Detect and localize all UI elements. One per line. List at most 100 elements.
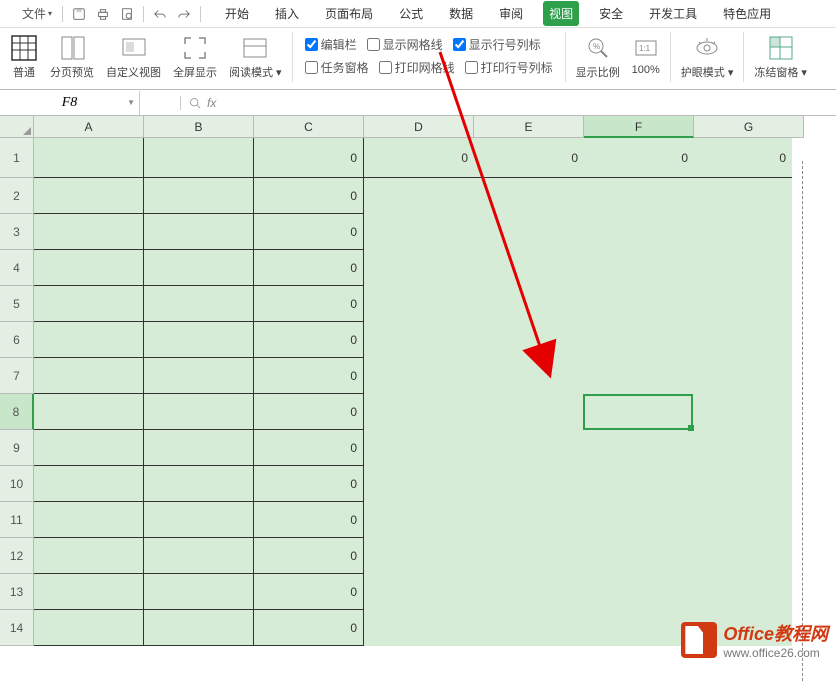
cell[interactable]: [584, 430, 694, 466]
tab-formula[interactable]: 公式: [393, 1, 429, 26]
cell[interactable]: [364, 466, 474, 502]
cell[interactable]: 0: [254, 502, 364, 538]
print-preview-icon[interactable]: [117, 4, 137, 24]
show-headers-checkbox[interactable]: 显示行号列标: [453, 36, 541, 53]
cell[interactable]: [694, 394, 792, 430]
col-header-b[interactable]: B: [144, 116, 254, 138]
cell[interactable]: [144, 178, 254, 214]
cell[interactable]: [474, 322, 584, 358]
row-header[interactable]: 1: [0, 138, 34, 178]
cell[interactable]: [694, 250, 792, 286]
chevron-down-icon[interactable]: ▼: [127, 98, 135, 107]
cell[interactable]: 0: [254, 178, 364, 214]
print-icon[interactable]: [93, 4, 113, 24]
print-gridlines-checkbox[interactable]: 打印网格线: [379, 59, 455, 76]
cell[interactable]: [34, 286, 144, 322]
cell[interactable]: [584, 502, 694, 538]
cell[interactable]: [584, 178, 694, 214]
cell[interactable]: [694, 286, 792, 322]
cell[interactable]: [474, 286, 584, 322]
cell[interactable]: [474, 214, 584, 250]
cell[interactable]: [364, 502, 474, 538]
save-icon[interactable]: [69, 4, 89, 24]
cell[interactable]: [584, 574, 694, 610]
cell[interactable]: 0: [254, 322, 364, 358]
cell[interactable]: [144, 430, 254, 466]
cell[interactable]: [144, 214, 254, 250]
cell[interactable]: [584, 466, 694, 502]
cell[interactable]: [364, 214, 474, 250]
row-header[interactable]: 9: [0, 430, 34, 466]
cell[interactable]: [144, 574, 254, 610]
cell[interactable]: [584, 214, 694, 250]
edit-bar-checkbox[interactable]: 编辑栏: [305, 36, 357, 53]
cell[interactable]: [364, 250, 474, 286]
cell[interactable]: [34, 138, 144, 178]
name-box[interactable]: F8 ▼: [0, 91, 140, 115]
tab-security[interactable]: 安全: [593, 1, 629, 26]
cell[interactable]: [694, 214, 792, 250]
page-preview-button[interactable]: 分页预览: [46, 32, 98, 82]
cell[interactable]: [34, 358, 144, 394]
row-header[interactable]: 2: [0, 178, 34, 214]
cell[interactable]: [34, 394, 144, 430]
cell[interactable]: [364, 358, 474, 394]
tab-layout[interactable]: 页面布局: [319, 1, 379, 26]
cell[interactable]: [34, 322, 144, 358]
row-header[interactable]: 7: [0, 358, 34, 394]
cell[interactable]: [144, 610, 254, 646]
cell[interactable]: [474, 502, 584, 538]
cell[interactable]: [364, 610, 474, 646]
tab-home[interactable]: 开始: [219, 1, 255, 26]
col-header-f[interactable]: F: [584, 116, 694, 138]
cell[interactable]: [364, 430, 474, 466]
tab-view[interactable]: 视图: [543, 1, 579, 26]
redo-icon[interactable]: [174, 4, 194, 24]
cell[interactable]: 0: [254, 610, 364, 646]
cell[interactable]: 0: [254, 358, 364, 394]
tab-devtools[interactable]: 开发工具: [643, 1, 703, 26]
fullscreen-button[interactable]: 全屏显示: [169, 32, 221, 82]
cell[interactable]: [584, 250, 694, 286]
cell[interactable]: [364, 286, 474, 322]
hundred-percent-button[interactable]: 1:1 100%: [628, 32, 664, 78]
cell[interactable]: [584, 358, 694, 394]
cell[interactable]: [364, 178, 474, 214]
col-header-a[interactable]: A: [34, 116, 144, 138]
cell[interactable]: 0: [254, 250, 364, 286]
cell[interactable]: [474, 610, 584, 646]
row-header[interactable]: 13: [0, 574, 34, 610]
cell[interactable]: [364, 394, 474, 430]
row-header[interactable]: 6: [0, 322, 34, 358]
cell[interactable]: [144, 250, 254, 286]
tab-review[interactable]: 审阅: [493, 1, 529, 26]
cell[interactable]: [584, 322, 694, 358]
cell[interactable]: [474, 250, 584, 286]
cell[interactable]: 0: [254, 286, 364, 322]
cell[interactable]: [144, 358, 254, 394]
tab-features[interactable]: 特色应用: [717, 1, 777, 26]
cell[interactable]: [34, 502, 144, 538]
cell[interactable]: [364, 538, 474, 574]
cell[interactable]: [694, 502, 792, 538]
cell[interactable]: [364, 574, 474, 610]
cell[interactable]: [694, 322, 792, 358]
row-header[interactable]: 5: [0, 286, 34, 322]
cell[interactable]: [144, 286, 254, 322]
cell[interactable]: [144, 538, 254, 574]
col-header-e[interactable]: E: [474, 116, 584, 138]
tab-insert[interactable]: 插入: [269, 1, 305, 26]
read-mode-button[interactable]: 阅读模式 ▾: [225, 32, 286, 82]
cell[interactable]: [584, 538, 694, 574]
print-headers-checkbox[interactable]: 打印行号列标: [465, 59, 553, 76]
row-header[interactable]: 14: [0, 610, 34, 646]
cell[interactable]: [144, 466, 254, 502]
cell[interactable]: [34, 214, 144, 250]
cell[interactable]: [474, 538, 584, 574]
row-header[interactable]: 11: [0, 502, 34, 538]
row-header[interactable]: 8: [0, 394, 34, 430]
cell[interactable]: [34, 178, 144, 214]
cell[interactable]: [694, 466, 792, 502]
cell[interactable]: [694, 358, 792, 394]
col-header-g[interactable]: G: [694, 116, 804, 138]
